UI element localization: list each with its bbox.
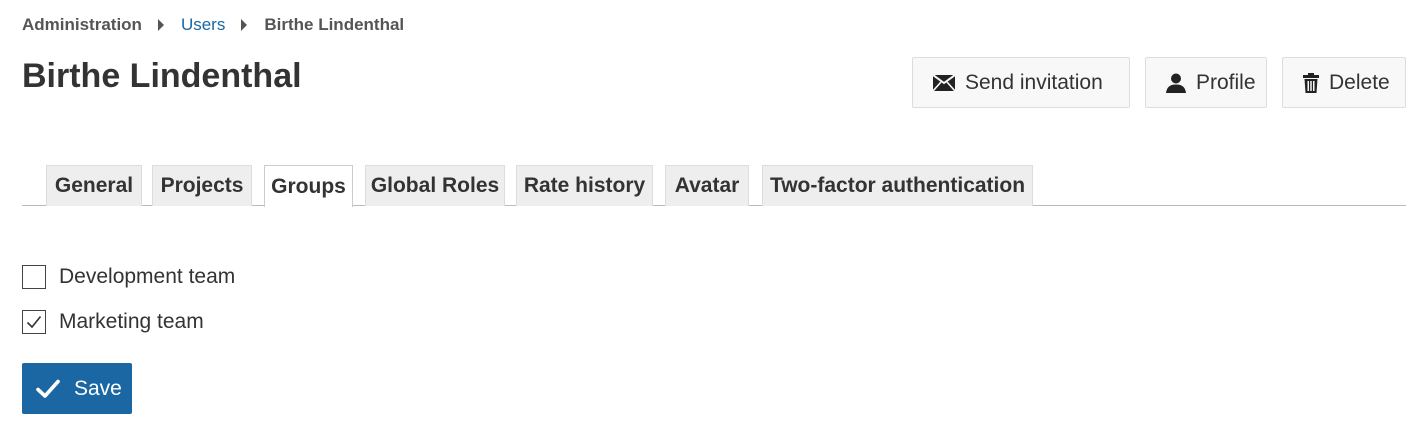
send-invitation-button[interactable]: Send invitation (912, 57, 1130, 108)
breadcrumb-administration[interactable]: Administration (22, 15, 142, 35)
tab-groups[interactable]: Groups (264, 165, 353, 207)
checkmark-icon (36, 379, 60, 399)
marketing-team-checkbox[interactable] (22, 310, 46, 334)
profile-label: Profile (1196, 70, 1256, 94)
toolbar: Send invitation Profile Delete (912, 57, 1406, 108)
tab-global-roles[interactable]: Global Roles (365, 165, 505, 206)
tab-general[interactable]: General (46, 165, 142, 206)
save-button[interactable]: Save (22, 363, 132, 414)
envelope-icon (933, 74, 955, 91)
delete-label: Delete (1329, 70, 1390, 94)
save-label: Save (74, 376, 122, 400)
breadcrumb-users[interactable]: Users (181, 15, 225, 35)
tab-rate-history[interactable]: Rate history (516, 165, 653, 206)
tab-two-factor-authentication[interactable]: Two-factor authentication (762, 165, 1033, 206)
group-option-marketing-team: Marketing team (22, 310, 204, 334)
send-invitation-label: Send invitation (965, 70, 1103, 94)
tab-bar: General Projects Groups Global Roles Rat… (22, 165, 1406, 207)
caret-right-icon (241, 19, 248, 31)
breadcrumb: Administration Users Birthe Lindenthal (22, 15, 404, 35)
page-title: Birthe Lindenthal (22, 57, 302, 95)
tab-avatar[interactable]: Avatar (665, 165, 749, 206)
trash-icon (1303, 72, 1319, 93)
breadcrumb-current: Birthe Lindenthal (264, 15, 405, 34)
user-icon (1166, 73, 1186, 93)
development-team-checkbox[interactable] (22, 265, 46, 289)
checkmark-icon (26, 315, 42, 329)
group-label: Marketing team (59, 310, 204, 333)
profile-button[interactable]: Profile (1145, 57, 1267, 108)
delete-button[interactable]: Delete (1282, 57, 1406, 108)
caret-right-icon (157, 19, 164, 31)
user-groups-page: Administration Users Birthe Lindenthal B… (0, 0, 1420, 427)
group-option-development-team: Development team (22, 265, 235, 289)
group-label: Development team (59, 265, 236, 288)
tab-projects[interactable]: Projects (152, 165, 252, 206)
